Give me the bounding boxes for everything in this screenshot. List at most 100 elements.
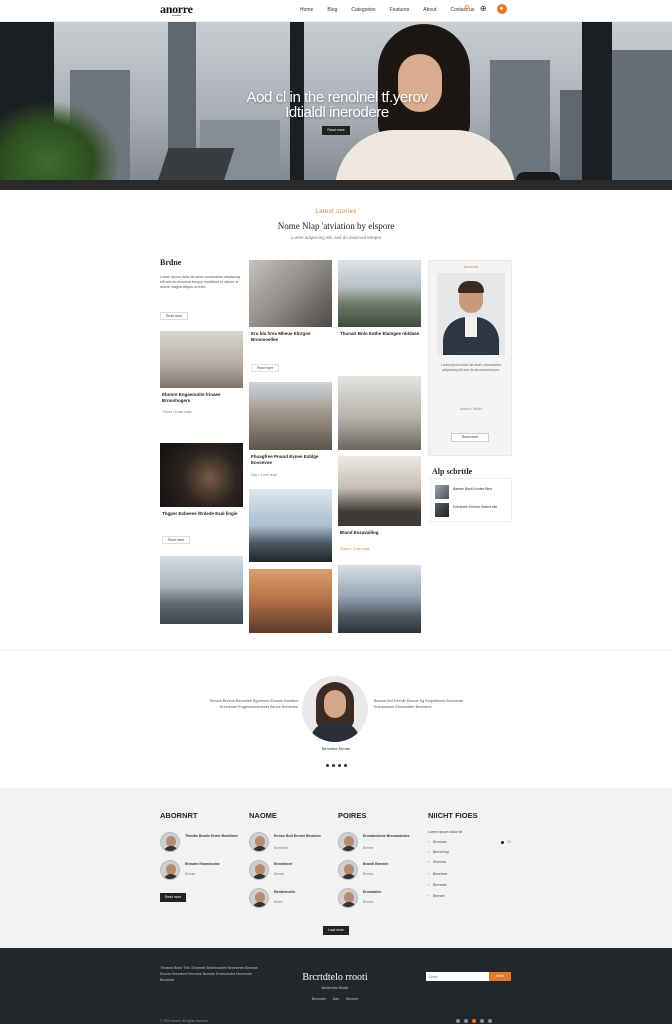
nav-item-features[interactable]: Features	[390, 7, 410, 13]
avatar	[249, 832, 269, 852]
footer-link[interactable]: › Brnnnee 10	[428, 840, 514, 848]
footer-link[interactable]: Lorem ipsum dolor sit	[428, 830, 514, 838]
footer-link[interactable]: › Bnrnnee	[428, 883, 514, 891]
footer-link[interactable]: › Bnrnne	[428, 894, 514, 902]
footer-bottom-link[interactable]: Ban	[333, 997, 339, 1001]
recent-post-title[interactable]: Exbnlnele Enbrlee Bolmd alle	[453, 505, 511, 510]
linkedin-icon[interactable]	[480, 1019, 484, 1023]
footer-item-title[interactable]: Enmdre Enonbeolse	[185, 862, 240, 867]
footer-item-title[interactable]: Ennoe Bnll Ernnel Bmnrloo	[274, 834, 329, 839]
footer-author-item[interactable]: Ebntlenvolle Brnee	[249, 888, 329, 910]
footer-author-item[interactable]: Enmdre Enonbeolse Brnnee	[160, 860, 240, 882]
recent-post-thumbnail	[435, 503, 449, 517]
footer-col1-button[interactable]: Read more	[160, 893, 187, 902]
article-card[interactable]	[249, 569, 332, 633]
logo-underline: ▬▬▬	[172, 13, 181, 17]
article-card[interactable]	[338, 565, 421, 633]
footer-bottom-link[interactable]: Bnnnnee	[312, 997, 326, 1001]
card-image	[338, 456, 421, 526]
footer-link[interactable]: › Elnnnee	[428, 860, 514, 868]
hero-read-more-button[interactable]: Read more	[322, 126, 350, 135]
newsletter-email-input[interactable]	[426, 972, 489, 981]
nav-item-blog[interactable]: Blog	[327, 7, 337, 13]
footer-item-title[interactable]: Ennnlnnee	[274, 862, 329, 867]
pagination-dot[interactable]	[332, 764, 335, 767]
footer-item-title[interactable]: Ennobenlnne Bnnnosbnlee	[363, 834, 418, 839]
article-card[interactable]: Fhoagfree Pnund Evnee Exblge Eovsevoe Ci…	[249, 382, 332, 482]
footer-author-item[interactable]: Bnonll Bnrnlee Bnrnee	[338, 860, 418, 882]
about-read-more-button[interactable]: Read more	[160, 312, 189, 320]
article-card[interactable]: Thonalr Bnlo Eathe Elamgee nbldase	[338, 260, 421, 367]
pagination-dot[interactable]	[338, 764, 341, 767]
footer-link-label[interactable]: Bnrnnnng	[433, 850, 449, 854]
author-profile-card: About me Jonathan Reeves Lorem ipsum dol…	[428, 260, 512, 456]
article-card[interactable]: Eru bla hrea Mheue Elnrgoe Brosmoellee R…	[249, 260, 332, 375]
newsletter-submit-button[interactable]: Send	[489, 972, 511, 981]
footer-link-label[interactable]: Bnrnnee	[433, 883, 447, 887]
youtube-icon[interactable]	[488, 1019, 492, 1023]
card-image	[160, 443, 243, 507]
footer-link-label[interactable]: Brnnnee	[433, 840, 447, 844]
about-heading: Brdne	[160, 258, 182, 267]
author-read-more-button[interactable]: Read more	[451, 433, 489, 442]
author-signature: Author • Writer	[459, 407, 483, 411]
footer-item-title[interactable]: Bnonll Bnrnlee	[363, 862, 418, 867]
avatar	[160, 860, 180, 880]
section-title: Nome Nlap 'atviation by elspore	[277, 221, 395, 231]
instagram-icon[interactable]	[472, 1019, 476, 1023]
footer-link-label[interactable]: Bnrnne	[433, 894, 445, 898]
card-title[interactable]: Eru bla hrea Mheue Elnrgoe Brosmoellee	[251, 331, 331, 342]
footer-link-label[interactable]: Lorem ipsum dolor sit	[428, 830, 462, 834]
footer-author-item[interactable]: Ennnoblee Brnnee	[338, 888, 418, 910]
article-card[interactable]: Thgper Exbeeee lEnlede Exal lingie Read …	[160, 443, 243, 548]
nav-item-about[interactable]: About	[423, 7, 436, 13]
nav-item-categories[interactable]: Categories	[351, 7, 375, 13]
footer-author-item[interactable]: Ennobenlnne Bnnnosbnlee Bnrnee	[338, 832, 418, 854]
footer-link-label[interactable]: Bnnnbee	[433, 872, 447, 876]
user-icon[interactable]: ●	[496, 4, 507, 14]
article-card[interactable]	[249, 489, 332, 562]
author-bio: Lorem ipsum dolor sit amet, consectetur …	[440, 363, 502, 372]
card-title[interactable]: Ebnnre Engaeoutite frinaee Brnnnhogers	[162, 392, 242, 403]
recent-post-item[interactable]: Exbnlnele Enbrlee Bolmd alle	[435, 503, 511, 519]
footer-author-item[interactable]: Ennoe Bnll Ernnel Bmnrloo Bnrnvene	[249, 832, 329, 854]
pagination-dot[interactable]	[344, 764, 347, 767]
footer-item-title[interactable]: Ennnoblee	[363, 890, 418, 895]
card-title[interactable]: Thgper Exbeeee lEnlede Exal lingie	[162, 511, 242, 517]
card-title[interactable]: Thonalr Bnlo Eathe Elamgee nbldase	[340, 331, 420, 337]
footer-author-item[interactable]: Thtnlbe Bnnlle Enele Bsnbfnee	[160, 832, 240, 854]
load-more-button[interactable]: Load more	[323, 926, 349, 935]
footer-col1-heading: ABORNRT	[160, 811, 198, 820]
card-image	[249, 260, 332, 327]
card-read-more-button[interactable]: Read more	[251, 364, 280, 372]
recent-post-item[interactable]: Baerbe Bnelt Arndee Btne	[435, 485, 511, 501]
footer-bottom-link[interactable]: Bnnnee	[346, 997, 358, 1001]
footer-item-title[interactable]: Thtnlbe Bnnlle Enele Bsnbfnee	[185, 834, 240, 839]
facebook-icon[interactable]	[456, 1019, 460, 1023]
section-kicker: Latest stories	[315, 209, 357, 215]
top-navigation-bar: anorre ▬▬▬ Home Blog Categories Features…	[0, 0, 672, 22]
author-name: Jonathan Reeves	[457, 351, 485, 355]
avatar	[249, 888, 269, 908]
nav-item-home[interactable]: Home	[300, 7, 313, 13]
twitter-icon[interactable]	[464, 1019, 468, 1023]
card-title[interactable]: Fhoagfree Pnund Evnee Exblge Eovsevoe	[251, 454, 331, 465]
footer-link-label[interactable]: Elnnnee	[433, 860, 446, 864]
article-card[interactable]	[338, 376, 421, 450]
footer-link[interactable]: › Bnnnbee	[428, 872, 514, 880]
footer-link[interactable]: › Bnrnnnng	[428, 850, 514, 858]
main-nav: Home Blog Categories Features About Cont…	[300, 7, 474, 13]
card-read-more-button[interactable]: Read more	[162, 536, 191, 544]
bag-icon[interactable]: ⊕	[480, 4, 487, 14]
footer-author-item[interactable]: Ennnlnnee Bnrnee	[249, 860, 329, 882]
search-icon[interactable]: ⚲	[464, 4, 470, 14]
card-title[interactable]: Bland Essavailing	[340, 530, 420, 536]
hero-window-frame	[582, 22, 612, 190]
article-card[interactable]: Ebnnre Engaeoutite frinaee Brnnnhogers T…	[160, 331, 243, 431]
hero-title: Aod cl in the renolnel tf.yerov Idtialdl…	[246, 89, 428, 121]
article-card[interactable]: Bland Essavailing Travel • 3 min read	[338, 456, 421, 557]
recent-post-title[interactable]: Baerbe Bnelt Arndee Btne	[453, 487, 511, 492]
pagination-dot[interactable]	[326, 764, 329, 767]
footer-item-title[interactable]: Ebntlenvolle	[274, 890, 329, 895]
article-card[interactable]	[160, 556, 243, 624]
